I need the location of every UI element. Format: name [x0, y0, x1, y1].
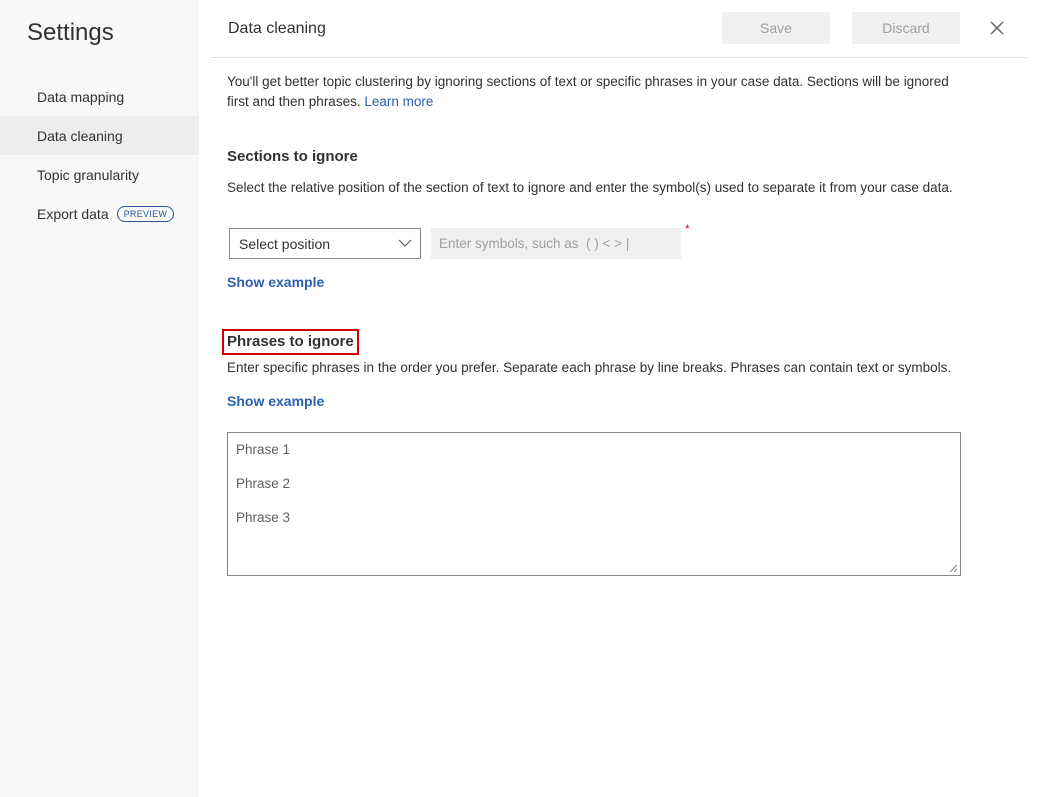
discard-button[interactable]: Discard — [852, 12, 960, 44]
preview-badge: PREVIEW — [116, 205, 175, 222]
sidebar-item-label: Data cleaning — [37, 127, 123, 144]
settings-title: Settings — [27, 19, 114, 46]
required-indicator: * — [685, 222, 690, 236]
phrases-textarea[interactable]: Phrase 1 Phrase 2 Phrase 3 — [227, 432, 961, 576]
intro-body: You'll get better topic clustering by ig… — [227, 74, 949, 109]
sidebar-item-topic-granularity[interactable]: Topic granularity — [0, 155, 199, 194]
sidebar-item-label: Export data — [37, 205, 109, 222]
sections-show-example-link[interactable]: Show example — [227, 274, 324, 290]
sidebar-nav: Data mapping Data cleaning Topic granula… — [0, 77, 199, 233]
save-button[interactable]: Save — [722, 12, 830, 44]
sections-description: Select the relative position of the sect… — [227, 180, 953, 195]
sidebar-item-label: Topic granularity — [37, 166, 139, 183]
sidebar-item-export-data[interactable]: Export data PREVIEW — [0, 194, 199, 233]
chevron-down-icon — [398, 239, 412, 247]
sidebar-item-data-cleaning[interactable]: Data cleaning — [0, 116, 199, 155]
phrases-show-example-link[interactable]: Show example — [227, 393, 324, 409]
phrases-description: Enter specific phrases in the order you … — [227, 360, 952, 375]
sidebar-item-data-mapping[interactable]: Data mapping — [0, 77, 199, 116]
position-select-value: Select position — [239, 235, 331, 252]
symbols-input[interactable] — [431, 228, 681, 259]
close-button[interactable] — [987, 18, 1007, 38]
phrase-line: Phrase 3 — [236, 510, 291, 525]
page-title: Data cleaning — [228, 20, 326, 37]
phrases-heading: Phrases to ignore — [227, 333, 354, 350]
sidebar: Settings Data mapping Data cleaning Topi… — [0, 0, 199, 797]
resize-grip-icon[interactable] — [948, 563, 958, 573]
learn-more-link[interactable]: Learn more — [364, 94, 433, 109]
intro-text: You'll get better topic clustering by ig… — [227, 72, 967, 112]
sections-heading: Sections to ignore — [227, 148, 358, 165]
panel-header: Data cleaning Save Discard — [211, 0, 1027, 58]
position-select[interactable]: Select position — [229, 228, 421, 259]
sidebar-item-label: Data mapping — [37, 88, 125, 105]
phrase-line: Phrase 1 — [236, 442, 291, 457]
phrases-heading-highlight: Phrases to ignore — [222, 329, 359, 355]
phrase-line: Phrase 2 — [236, 476, 291, 491]
close-icon — [990, 21, 1004, 35]
